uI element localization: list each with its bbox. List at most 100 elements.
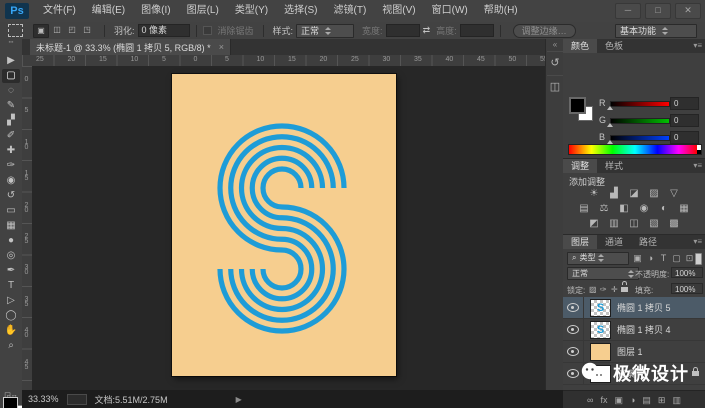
eraser-tool[interactable]: ▭ — [2, 204, 20, 218]
layers-menu-icon[interactable]: ▾≡ — [693, 235, 702, 249]
adjustments-tab-1[interactable]: 样式 — [597, 159, 631, 173]
blend-mode-dropdown[interactable]: 正常 — [567, 267, 639, 280]
eye-icon[interactable] — [567, 347, 579, 356]
photo-filter-icon[interactable]: ◉ — [637, 203, 651, 215]
lock-all-icon[interactable] — [621, 285, 628, 294]
menu-item-9[interactable]: 帮助(H) — [477, 0, 525, 22]
intersect-selection[interactable]: ◳ — [80, 24, 94, 36]
new-selection[interactable]: ▣ — [33, 23, 49, 38]
history-panel-icon[interactable]: ↺ — [547, 51, 563, 74]
zoom-level[interactable]: 33.33% — [28, 394, 59, 404]
subtract-from-selection[interactable]: ◰ — [65, 24, 79, 36]
document-tab[interactable]: 未标题-1 @ 33.3% (椭圆 1 拷贝 5, RGB/8) * × — [30, 39, 231, 55]
eye-icon[interactable] — [567, 325, 579, 334]
channel-value[interactable]: 0 — [670, 97, 699, 110]
layer-filter-type-dropdown[interactable]: ⌕ 类型 — [567, 251, 629, 265]
menu-item-8[interactable]: 窗口(W) — [425, 0, 475, 22]
lock-position-icon[interactable]: ✛ — [611, 285, 618, 294]
path-selection-tool[interactable]: ▷ — [2, 294, 20, 308]
lock-transparent-icon[interactable]: ▨ — [589, 285, 597, 294]
tools-panel-grip[interactable]: ▪▪ — [0, 39, 22, 47]
layer-thumbnail[interactable] — [590, 342, 611, 361]
close-tab-icon[interactable]: × — [219, 42, 224, 52]
quick-selection-tool[interactable]: ✎ — [2, 99, 20, 113]
zoom-tool[interactable]: ⌕ — [2, 339, 20, 353]
menu-item-6[interactable]: 滤镜(T) — [327, 0, 374, 22]
delete-layer-icon[interactable]: ▥ — [672, 395, 681, 406]
menu-item-5[interactable]: 选择(S) — [277, 0, 324, 22]
adjustments-tab-0[interactable]: 调整 — [563, 159, 598, 173]
height-input[interactable] — [459, 24, 494, 37]
ellipse-tool[interactable]: ◯ — [2, 309, 20, 323]
smart-object-filter-icon[interactable]: ⊡ — [684, 253, 695, 264]
channel-value[interactable]: 0 — [670, 131, 699, 144]
eye-icon[interactable] — [567, 369, 579, 378]
brightness-contrast-icon[interactable]: ☀ — [587, 188, 601, 200]
crop-tool[interactable]: ▞ — [2, 114, 20, 128]
layer-row[interactable]: S 椭圆 1 拷贝 5 — [563, 297, 705, 319]
lasso-tool[interactable]: ◌ — [2, 84, 20, 98]
layer-mask-icon[interactable]: ▣ — [614, 395, 623, 406]
eye-icon[interactable] — [567, 303, 579, 312]
type-layer-filter-icon[interactable]: T — [658, 253, 669, 264]
refine-edge-button[interactable]: 调整边缘… — [512, 23, 576, 38]
healing-brush-tool[interactable]: ✚ — [2, 144, 20, 158]
canvas-document[interactable] — [172, 74, 396, 376]
status-options-arrow-icon[interactable]: ▶ — [236, 395, 242, 404]
layers-tab-0[interactable]: 图层 — [563, 235, 598, 249]
slider-thumb-icon[interactable] — [607, 106, 613, 110]
maximize-button[interactable]: □ — [645, 3, 671, 19]
link-layers-icon[interactable]: ∞ — [587, 395, 593, 405]
visibility-cell[interactable] — [563, 341, 584, 362]
channel-mixer-icon[interactable]: ◐ — [657, 203, 671, 215]
channel-slider[interactable] — [610, 118, 670, 124]
clone-stamp-tool[interactable]: ◉ — [2, 174, 20, 188]
channel-slider[interactable] — [610, 135, 670, 141]
close-button[interactable]: ✕ — [675, 3, 701, 19]
swap-dimensions-icon[interactable]: ⇄ — [423, 25, 431, 36]
levels-icon[interactable]: ▟ — [607, 188, 621, 200]
menu-item-0[interactable]: 文件(F) — [36, 0, 83, 22]
color-balance-icon[interactable]: ⚖ — [597, 203, 611, 215]
slider-thumb-icon[interactable] — [607, 123, 613, 127]
minimize-button[interactable]: ─ — [615, 3, 641, 19]
hand-tool[interactable]: ✋ — [2, 324, 20, 338]
layer-thumbnail[interactable]: S — [590, 298, 611, 317]
move-tool[interactable]: ▶ — [2, 54, 20, 68]
black-white-icon[interactable]: ◧ — [617, 203, 631, 215]
menu-item-4[interactable]: 类型(Y) — [228, 0, 275, 22]
threshold-icon[interactable]: ◫ — [627, 218, 641, 230]
vibrance-icon[interactable]: ▽ — [667, 188, 681, 200]
posterize-icon[interactable]: ▥ — [607, 218, 621, 230]
layer-row[interactable]: S 椭圆 1 拷贝 4 — [563, 319, 705, 341]
adjustments-menu-icon[interactable]: ▾≡ — [693, 159, 702, 173]
visibility-cell[interactable] — [563, 319, 584, 340]
feather-input[interactable]: 0 像素 — [137, 24, 190, 37]
menu-item-2[interactable]: 图像(I) — [134, 0, 177, 22]
new-layer-icon[interactable]: ⊞ — [658, 395, 666, 406]
rectangular-marquee-tool[interactable]: ▢ — [2, 69, 20, 83]
lock-pixels-icon[interactable]: ✑ — [600, 285, 607, 294]
color-tab-1[interactable]: 色板 — [597, 39, 631, 53]
pixel-layer-filter-icon[interactable]: ▣ — [632, 253, 643, 264]
marquee-tool-preset-icon[interactable] — [8, 24, 23, 37]
color-menu-icon[interactable]: ▾≡ — [693, 39, 702, 53]
color-lookup-icon[interactable]: ▦ — [677, 203, 691, 215]
channel-value[interactable]: 0 — [670, 114, 699, 127]
layer-style-icon[interactable]: fx — [600, 395, 607, 405]
width-input[interactable] — [385, 24, 420, 37]
opacity-value[interactable]: 100% — [671, 267, 703, 278]
adjustment-layer-icon[interactable]: ◑ — [630, 395, 635, 405]
channel-slider[interactable] — [610, 101, 670, 107]
type-tool[interactable]: T — [2, 279, 20, 293]
color-tab-0[interactable]: 颜色 — [563, 39, 598, 53]
layer-thumbnail[interactable]: S — [590, 320, 611, 339]
fill-value[interactable]: 100% — [671, 283, 703, 294]
workspace-switcher[interactable]: 基本功能 — [615, 24, 697, 38]
properties-panel-icon[interactable]: ◫ — [547, 75, 563, 98]
exposure-icon[interactable]: ▨ — [647, 188, 661, 200]
adjustment-layer-filter-icon[interactable]: ◑ — [645, 253, 656, 264]
antialias-checkbox[interactable] — [202, 26, 212, 35]
layer-group-icon[interactable]: ▤ — [642, 395, 651, 406]
selective-color-icon[interactable]: ▧ — [647, 218, 661, 230]
